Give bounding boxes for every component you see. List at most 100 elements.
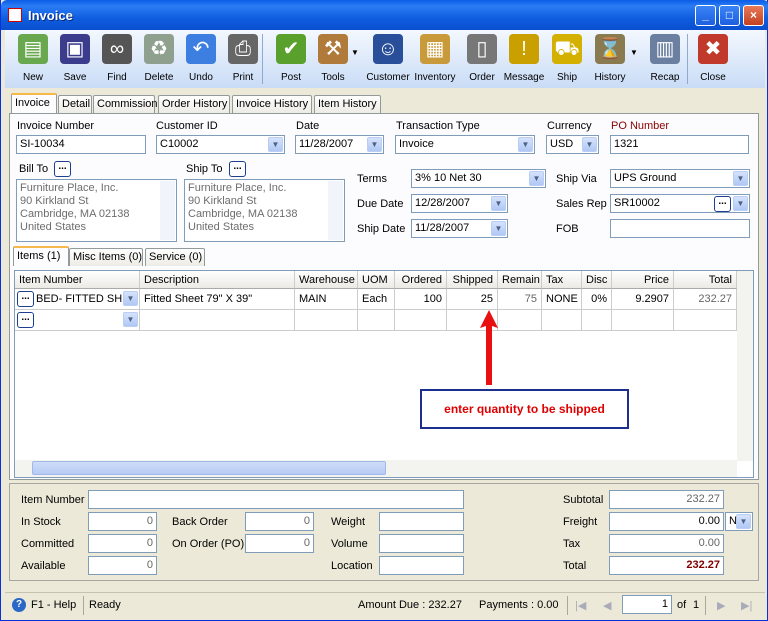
maximize-button[interactable]: □ <box>719 5 740 26</box>
history-button[interactable]: ⌛ History <box>588 32 632 86</box>
subtotal-field[interactable]: 232.27 <box>609 490 724 509</box>
tab-commission[interactable]: Commission <box>93 95 158 113</box>
invoice-number-input[interactable]: SI-10034 <box>16 135 146 154</box>
column-header-shipped[interactable]: Shipped <box>447 271 498 289</box>
column-header-uom[interactable]: UOM <box>358 271 395 289</box>
column-header-ordered[interactable]: Ordered <box>395 271 447 289</box>
in-stock-field[interactable]: 0 <box>88 512 157 531</box>
column-header-tax[interactable]: Tax <box>542 271 582 289</box>
tools-button[interactable]: ⚒ Tools <box>311 32 355 86</box>
cell-warehouse[interactable]: MAIN <box>295 289 358 310</box>
chevron-down-icon[interactable]: ▼ <box>733 171 748 186</box>
grid-horizontal-scrollbar[interactable] <box>15 460 737 477</box>
cell-shipped[interactable]: 25 <box>447 289 498 310</box>
column-header-disc[interactable]: Disc <box>582 271 612 289</box>
new-row-cell[interactable] <box>358 310 395 331</box>
chevron-down-icon[interactable]: ▼ <box>123 291 138 306</box>
column-header-remain[interactable]: Remain <box>498 271 542 289</box>
chevron-down-icon[interactable]: ▼ <box>491 196 506 211</box>
cell-item-number[interactable]: BED- FITTED SHEE... ▼ <box>15 289 140 310</box>
committed-field[interactable]: 0 <box>88 534 157 553</box>
cell-remain[interactable]: 75 <box>498 289 542 310</box>
cell-uom[interactable]: Each <box>358 289 395 310</box>
currency-select[interactable]: USD ▼ <box>546 135 599 154</box>
item-lookup-button[interactable]: ... <box>17 291 34 307</box>
bill-to-lookup-button[interactable]: ... <box>54 161 71 177</box>
item-number-field[interactable] <box>88 490 464 509</box>
freight-field[interactable]: 0.00 <box>609 512 724 531</box>
tab-items[interactable]: Items (1) <box>13 246 69 266</box>
chevron-down-icon[interactable]: ▼ <box>736 514 751 529</box>
tab-service[interactable]: Service (0) <box>145 248 205 266</box>
chevron-down-icon[interactable]: ▼ <box>367 137 382 152</box>
new-row-cell[interactable] <box>140 310 295 331</box>
bill-to-scrollbar[interactable] <box>160 181 175 240</box>
tab-misc-items[interactable]: Misc Items (0) <box>69 248 143 266</box>
freight-tax-flag-select[interactable]: N ▼ <box>725 512 753 531</box>
column-header-price[interactable]: Price <box>612 271 674 289</box>
cell-tax[interactable]: NONE <box>542 289 582 310</box>
scrollbar-thumb[interactable] <box>32 461 386 475</box>
tab-item-history[interactable]: Item History <box>314 95 381 113</box>
first-page-icon[interactable]: |◀ <box>575 599 586 612</box>
ship-via-select[interactable]: UPS Ground ▼ <box>610 169 750 188</box>
help-icon[interactable]: ? <box>12 598 26 612</box>
next-page-icon[interactable]: ▶ <box>717 599 725 612</box>
tab-invoice[interactable]: Invoice <box>11 93 57 113</box>
new-row-item-number-cell[interactable]: ... ▼ <box>15 310 140 331</box>
total-field[interactable]: 232.27 <box>609 556 724 575</box>
column-header-item-number[interactable]: Item Number <box>15 271 140 289</box>
new-row-cell[interactable] <box>612 310 674 331</box>
inventory-button[interactable]: ▦ Inventory <box>413 32 457 86</box>
po-number-input[interactable]: 1321 <box>610 135 749 154</box>
chevron-down-icon[interactable]: ▼ <box>518 137 533 152</box>
customer-button[interactable]: ☺ Customer <box>366 32 410 86</box>
item-lookup-button[interactable]: ... <box>17 312 34 328</box>
cell-description[interactable]: Fitted Sheet 79" X 39" <box>140 289 295 310</box>
volume-field[interactable] <box>379 534 464 553</box>
available-field[interactable]: 0 <box>88 556 157 575</box>
sales-rep-lookup-button[interactable]: ... <box>714 196 731 212</box>
minimize-button[interactable]: _ <box>695 5 716 26</box>
new-row-cell[interactable] <box>542 310 582 331</box>
sales-rep-select[interactable]: SR10002... ▼ <box>610 194 750 213</box>
tax-field[interactable]: 0.00 <box>609 534 724 553</box>
back-order-field[interactable]: 0 <box>245 512 314 531</box>
ship-to-scrollbar[interactable] <box>328 181 343 240</box>
ship-date-picker[interactable]: 11/28/2007 ▼ <box>411 219 508 238</box>
column-header-total[interactable]: Total <box>674 271 737 289</box>
recap-button[interactable]: ▥ Recap <box>643 32 687 86</box>
fob-input[interactable] <box>610 219 750 238</box>
page-number-input[interactable]: 1 <box>622 595 672 614</box>
column-header-description[interactable]: Description <box>140 271 295 289</box>
new-row-cell[interactable] <box>295 310 358 331</box>
transaction-type-select[interactable]: Invoice ▼ <box>395 135 535 154</box>
cell-ordered[interactable]: 100 <box>395 289 447 310</box>
chevron-down-icon[interactable]: ▼ <box>491 221 506 236</box>
cell-price[interactable]: 9.2907 <box>612 289 674 310</box>
new-row-cell[interactable] <box>582 310 612 331</box>
terms-select[interactable]: 3% 10 Net 30 ▼ <box>411 169 546 188</box>
chevron-down-icon[interactable]: ▼ <box>733 196 748 211</box>
new-row-cell[interactable] <box>498 310 542 331</box>
tab-detail[interactable]: Detail <box>58 95 92 113</box>
chevron-down-icon[interactable]: ▼ <box>123 312 138 327</box>
cell-disc[interactable]: 0% <box>582 289 612 310</box>
on-order-field[interactable]: 0 <box>245 534 314 553</box>
due-date-picker[interactable]: 12/28/2007 ▼ <box>411 194 508 213</box>
bill-to-address[interactable]: Furniture Place, Inc. 90 Kirkland St Cambr… <box>16 179 177 242</box>
help-text[interactable]: F1 - Help <box>31 599 76 611</box>
close-button[interactable]: × <box>743 5 764 26</box>
print-button[interactable]: ⎙ Print <box>221 32 265 86</box>
date-picker[interactable]: 11/28/2007 ▼ <box>295 135 384 154</box>
chevron-down-icon[interactable]: ▼ <box>582 137 597 152</box>
tab-order-history[interactable]: Order History <box>158 95 230 113</box>
weight-field[interactable] <box>379 512 464 531</box>
customer-id-select[interactable]: C10002 ▼ <box>156 135 285 154</box>
close-button[interactable]: ✖ Close <box>691 32 735 86</box>
ship-to-lookup-button[interactable]: ... <box>229 161 246 177</box>
new-row-cell[interactable] <box>395 310 447 331</box>
chevron-down-icon[interactable]: ▼ <box>529 171 544 186</box>
column-header-warehouse[interactable]: Warehouse <box>295 271 358 289</box>
cell-total[interactable]: 232.27 <box>674 289 737 310</box>
